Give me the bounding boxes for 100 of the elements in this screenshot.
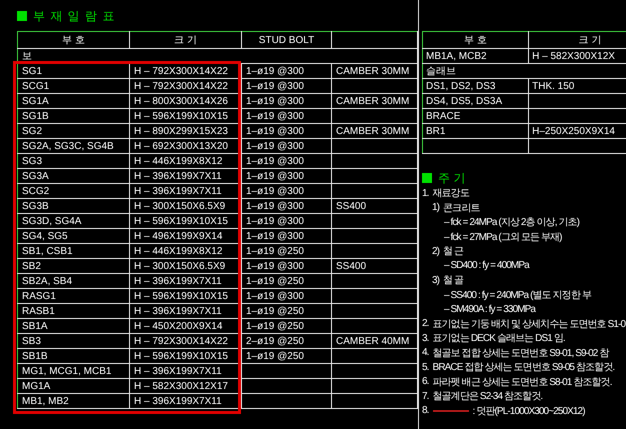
note-text: 철골계단은 S2-34 참조할것. — [432, 390, 542, 404]
member-size: H – 596X199X10X15 — [130, 214, 242, 228]
note-number: 2. — [422, 318, 429, 330]
stud-bolt-spec: 1–ø19 @250 — [242, 348, 332, 364]
member-size: H – 450X200X9X14 — [130, 318, 242, 334]
note-text: 콘크리트 — [443, 202, 480, 215]
note-text: 철 골 — [443, 274, 464, 288]
legend-line-icon — [432, 408, 469, 414]
member-size: H – 446X199X8X12 — [130, 154, 242, 168]
column-header: STUD BOLT — [242, 32, 332, 48]
member-remark: CAMBER 30MM — [332, 94, 418, 108]
stud-bolt-spec: 1–ø19 @300 — [242, 138, 332, 154]
stud-bolt-spec: 1–ø19 @300 — [242, 228, 332, 244]
member-size: H – 596X199X10X15 — [130, 108, 242, 124]
member-size: H – 396X199X7X11 — [130, 274, 242, 288]
stud-bolt-spec: 1–ø19 @300 — [242, 214, 332, 228]
stud-bolt-spec: 2–ø19 @250 — [242, 334, 332, 348]
section-label: 슬래브 — [422, 64, 626, 78]
note-text: BRACE 접합 상세는 도면번호 S9-05 참조할것. — [432, 361, 614, 374]
note-text: – fck = 27MPa (그외 모든 부재) — [444, 230, 562, 244]
column-header: 부 호 — [18, 32, 130, 48]
member-size: H – 396X199X7X11 — [130, 168, 242, 184]
member-size: H – 446X199X8X12 — [130, 244, 242, 258]
member-mark: SG1A — [18, 94, 130, 108]
note-text: : 덧판(PL-1000X300~250X12) — [472, 404, 585, 418]
member-mark: SG1B — [18, 108, 130, 124]
stud-bolt-spec: 1–ø19 @300 — [242, 288, 332, 304]
member-mark: RASB1 — [18, 304, 130, 318]
note-number: 3) — [432, 274, 440, 286]
member-remark: SS400 — [332, 258, 418, 274]
stud-bolt-spec: 1–ø19 @300 — [242, 94, 332, 108]
square-icon — [17, 11, 27, 21]
stud-bolt-spec: 1–ø19 @300 — [242, 258, 332, 274]
table-title: 부 재 일 람 표 — [33, 8, 114, 24]
member-size: H – 396X199X7X11 — [130, 304, 242, 318]
note-number: 7. — [422, 390, 429, 402]
note-number: 5. — [422, 362, 429, 373]
member-size: H – 300X150X6.5X9 — [130, 198, 242, 214]
member-remark: CAMBER 30MM — [332, 64, 418, 78]
stud-bolt-spec: 1–ø19 @300 — [242, 124, 332, 138]
member-mark: SCG1 — [18, 78, 130, 94]
note-number: 3. — [422, 332, 429, 344]
member-mark: SG3D, SG4A — [18, 214, 130, 228]
note-text: 철 근 — [443, 245, 464, 258]
member-mark: SG2A, SG3C, SG4B — [18, 138, 130, 154]
member-remark: SS400 — [332, 198, 418, 214]
member-mark: MB1, MB2 — [18, 394, 130, 408]
note-text: 파라펫 배근 상세는 도면번호 S8-01 참조할것. — [432, 376, 612, 389]
note-text: 표기없는 DECK 슬래브는 DS1 임. — [432, 332, 565, 346]
member-remark: CAMBER 30MM — [332, 124, 418, 138]
member-mark: SB1, CSB1 — [18, 244, 130, 258]
note-number: 1) — [432, 202, 440, 214]
member-size: H – 396X199X7X11 — [130, 364, 242, 378]
member-size: H – 396X199X7X11 — [130, 394, 242, 408]
note-number: 8. — [422, 405, 429, 416]
note-text: 철골보 접합 상세는 도면번호 S9-01, S9-02 참 — [432, 346, 608, 360]
member-mark: RASG1 — [18, 288, 130, 304]
member-size: H – 496X199X9X14 — [130, 228, 242, 244]
note-text: – SD400 : fy = 400MPa — [444, 260, 529, 272]
member-mark: SB1B — [18, 348, 130, 364]
note-text: 재료강도 — [432, 187, 469, 200]
member-size: H – 792X300X14X22 — [130, 64, 242, 78]
stud-bolt-spec: 1–ø19 @250 — [242, 318, 332, 334]
stud-bolt-spec: 1–ø19 @300 — [242, 108, 332, 124]
notes-title: 주 기 — [438, 170, 465, 186]
member-mark: SB3 — [18, 334, 130, 348]
note-number: 4. — [422, 347, 429, 358]
stud-bolt-spec: 1–ø19 @300 — [242, 154, 332, 168]
column-header: 부 호 — [422, 32, 529, 48]
section-label: 보 — [18, 48, 418, 64]
note-number: 1. — [422, 188, 429, 199]
member-mark: MG1, MCG1, MCB1 — [18, 364, 130, 378]
stud-bolt-spec: 1–ø19 @250 — [242, 304, 332, 318]
member-mark: SB2 — [18, 258, 130, 274]
member-size: H – 300X150X6.5X9 — [130, 258, 242, 274]
stud-bolt-spec: 1–ø19 @300 — [242, 168, 332, 184]
stud-bolt-spec: 1–ø19 @300 — [242, 64, 332, 78]
member-mark: BR1 — [422, 124, 529, 138]
member-mark: SB2A, SB4 — [18, 274, 130, 288]
stud-bolt-spec: 1–ø19 @300 — [242, 198, 332, 214]
member-remark: CAMBER 40MM — [332, 334, 418, 348]
member-size: H – 596X199X10X15 — [130, 348, 242, 364]
member-mark: MG1A — [18, 378, 130, 394]
member-mark: SG3A — [18, 168, 130, 184]
stud-bolt-spec: 1–ø19 @300 — [242, 78, 332, 94]
member-size: H – 792X300X14X22 — [130, 334, 242, 348]
member-size: H – 396X199X7X11 — [130, 184, 242, 198]
stud-bolt-spec: 1–ø19 @250 — [242, 274, 332, 288]
note-number: 2) — [432, 246, 440, 257]
member-size: H – 792X300X14X22 — [130, 78, 242, 94]
note-number: 6. — [422, 376, 429, 388]
member-mark: MB1A, MCB2 — [422, 48, 529, 64]
member-mark: SG4, SG5 — [18, 228, 130, 244]
note-text: – SM490A : fy = 330MPa — [444, 304, 536, 315]
member-mark: DS4, DS5, DS3A — [422, 94, 529, 108]
member-mark: SG3B — [18, 198, 130, 214]
member-mark: BRACE — [422, 108, 529, 124]
column-header: 크 기 — [130, 32, 242, 48]
member-size: H – 582X300X12X17 — [130, 378, 242, 394]
note-text: 표기없는 기둥 배치 및 상세치수는 도면번호 S1-0 — [432, 318, 626, 331]
